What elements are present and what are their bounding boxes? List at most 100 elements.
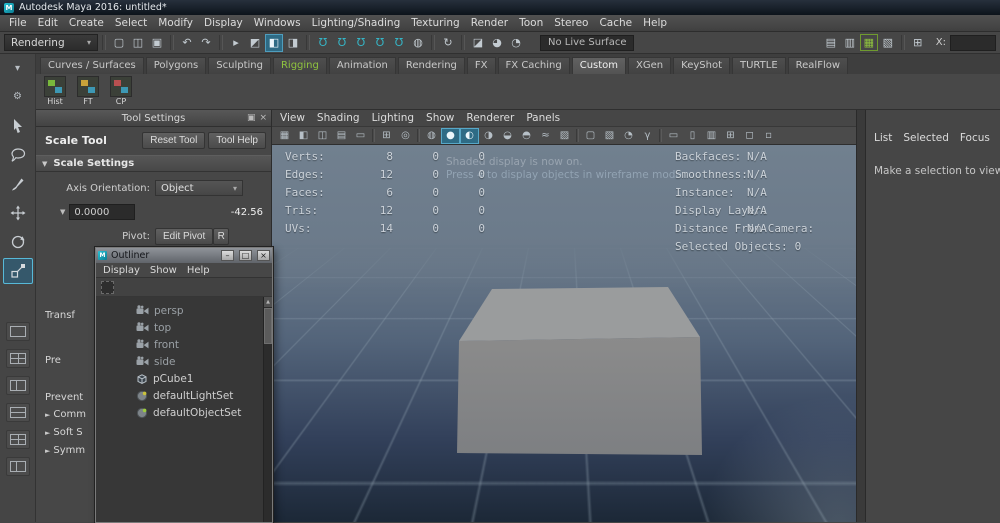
menu-help[interactable]: Help — [643, 17, 667, 29]
menu-windows[interactable]: Windows — [254, 17, 301, 29]
prevent-option-clipped[interactable]: Prevent — [45, 392, 97, 403]
menu-file[interactable]: File — [9, 17, 27, 29]
render-current-frame-icon[interactable]: ◪ — [469, 34, 487, 52]
gate-mask-icon[interactable]: ▥ — [702, 128, 721, 144]
outliner-item-pcube1[interactable]: pCube1 — [96, 370, 272, 387]
gear-icon[interactable]: ⚙ — [13, 91, 22, 102]
outliner-item-front[interactable]: front — [96, 336, 272, 353]
close-icon[interactable]: × — [259, 113, 267, 123]
outliner-menu-display[interactable]: Display — [103, 265, 140, 276]
menu-modify[interactable]: Modify — [158, 17, 193, 29]
move-tool-button[interactable] — [3, 200, 33, 226]
menu-create[interactable]: Create — [69, 17, 104, 29]
menu-selected[interactable]: Selected — [903, 132, 949, 144]
resolution-gate-icon[interactable]: ▯ — [683, 128, 702, 144]
tool-help-button[interactable]: Tool Help — [208, 132, 266, 149]
exposure-icon[interactable]: ◔ — [619, 128, 638, 144]
shelf-tab-animation[interactable]: Animation — [329, 57, 396, 74]
outliner-item-side[interactable]: side — [96, 353, 272, 370]
layout-four-pane-button[interactable] — [6, 349, 30, 368]
gamma-icon[interactable]: γ — [638, 128, 657, 144]
select-camera-icon[interactable]: ▦ — [275, 128, 294, 144]
vp-menu-view[interactable]: View — [280, 112, 305, 124]
scroll-up-icon[interactable]: ▲ — [264, 297, 272, 307]
shelf-tab-fx[interactable]: FX — [467, 57, 496, 74]
shelf-tab-fx-caching[interactable]: FX Caching — [498, 57, 570, 74]
layout-four-pane-alt-button[interactable] — [6, 430, 30, 449]
field-chart-icon[interactable]: ⊞ — [721, 128, 740, 144]
channel-box-toggle-icon[interactable]: ▦ — [860, 34, 878, 51]
multisample-icon[interactable]: ▨ — [555, 128, 574, 144]
outliner-scrollbar[interactable]: ▲ — [263, 297, 272, 522]
menu-select[interactable]: Select — [115, 17, 147, 29]
pan-zoom-icon[interactable]: ⊞ — [377, 128, 396, 144]
shelf-tabs-menu-icon[interactable]: ▾ — [15, 63, 20, 74]
image-plane-icon[interactable]: ▭ — [351, 128, 370, 144]
menu-set-selector[interactable]: Rendering ▾ — [4, 34, 98, 51]
undo-icon[interactable]: ↶ — [178, 34, 196, 52]
preserve-section-clipped[interactable]: Pre — [45, 355, 97, 366]
layout-outliner-persp-button[interactable] — [6, 457, 30, 476]
shelf-tab-rigging[interactable]: Rigging — [273, 57, 327, 74]
shelf-tab-keyshot[interactable]: KeyShot — [673, 57, 730, 74]
transform-section-clipped[interactable]: Transf — [45, 310, 97, 321]
use-all-lights-icon[interactable]: ◑ — [479, 128, 498, 144]
shelf-item-ft[interactable]: FT — [75, 76, 101, 109]
select-by-object-icon[interactable]: ◧ — [265, 34, 283, 52]
shelf-tab-sculpting[interactable]: Sculpting — [208, 57, 271, 74]
scale-tool-button[interactable] — [3, 258, 33, 284]
construction-history-icon[interactable]: ↻ — [439, 34, 457, 52]
menu-toon[interactable]: Toon — [519, 17, 543, 29]
safe-action-icon[interactable]: ◻ — [740, 128, 759, 144]
scale-settings-section-header[interactable]: ▼ Scale Settings — [36, 155, 271, 172]
outliner-filter-icon[interactable] — [101, 281, 114, 294]
shelf-tab-rendering[interactable]: Rendering — [398, 57, 465, 74]
open-scene-icon[interactable]: ◫ — [129, 34, 147, 52]
textured-mode-icon[interactable]: ◐ — [460, 128, 479, 144]
viewport-canvas[interactable]: Shaded display is now on. Press 4 to dis… — [272, 145, 856, 522]
pcube1-mesh[interactable] — [450, 283, 706, 463]
shelf-tab-xgen[interactable]: XGen — [628, 57, 671, 74]
vp-menu-panels[interactable]: Panels — [526, 112, 560, 124]
ambient-occlusion-icon[interactable]: ◓ — [517, 128, 536, 144]
layout-two-pane-stacked-button[interactable] — [6, 403, 30, 422]
isolate-select-icon[interactable]: ▢ — [581, 128, 600, 144]
bookmarks-icon[interactable]: ▤ — [332, 128, 351, 144]
vp-menu-shading[interactable]: Shading — [317, 112, 360, 124]
attribute-editor-toggle-icon[interactable]: ▤ — [822, 34, 840, 52]
paint-select-tool-button[interactable] — [3, 171, 33, 197]
menu-focus[interactable]: Focus — [960, 132, 990, 144]
minimize-button[interactable]: – — [221, 250, 234, 261]
shaded-mode-icon[interactable]: ● — [441, 128, 460, 144]
safe-title-icon[interactable]: ▫ — [759, 128, 778, 144]
snap-to-curve-icon[interactable]: ℧ — [333, 34, 351, 52]
film-gate-icon[interactable]: ▭ — [664, 128, 683, 144]
menu-texturing[interactable]: Texturing — [411, 17, 459, 29]
select-by-component-icon[interactable]: ◨ — [284, 34, 302, 52]
menu-render[interactable]: Render — [471, 17, 508, 29]
vp-menu-show[interactable]: Show — [426, 112, 454, 124]
menu-lighting-shading[interactable]: Lighting/Shading — [312, 17, 401, 29]
dock-icon[interactable]: ▣ — [247, 113, 256, 123]
vp-menu-lighting[interactable]: Lighting — [372, 112, 414, 124]
make-live-icon[interactable]: ◍ — [409, 34, 427, 52]
shadows-icon[interactable]: ◒ — [498, 128, 517, 144]
symmetry-section-clipped[interactable]: ►Symm — [45, 445, 97, 456]
snap-to-projected-center-icon[interactable]: ℧ — [371, 34, 389, 52]
axis-orientation-dropdown[interactable]: Object ▾ — [155, 180, 243, 196]
layout-two-pane-side-button[interactable] — [6, 376, 30, 395]
scale-value-input[interactable]: 0.0000 — [69, 204, 135, 220]
motion-blur-icon[interactable]: ≈ — [536, 128, 555, 144]
layout-single-pane-button[interactable] — [6, 322, 30, 341]
snap-to-view-plane-icon[interactable]: ℧ — [390, 34, 408, 52]
save-scene-icon[interactable]: ▣ — [148, 34, 166, 52]
scrollbar-thumb[interactable] — [264, 308, 272, 344]
outliner-menu-show[interactable]: Show — [150, 265, 177, 276]
outliner-item-top[interactable]: top — [96, 319, 272, 336]
menu-cache[interactable]: Cache — [599, 17, 632, 29]
render-settings-icon[interactable]: ◔ — [507, 34, 525, 52]
close-button[interactable]: × — [257, 250, 270, 261]
select-tool-button[interactable] — [3, 113, 33, 139]
snap-to-grid-icon[interactable]: ℧ — [314, 34, 332, 52]
outliner-item-persp[interactable]: persp — [96, 302, 272, 319]
